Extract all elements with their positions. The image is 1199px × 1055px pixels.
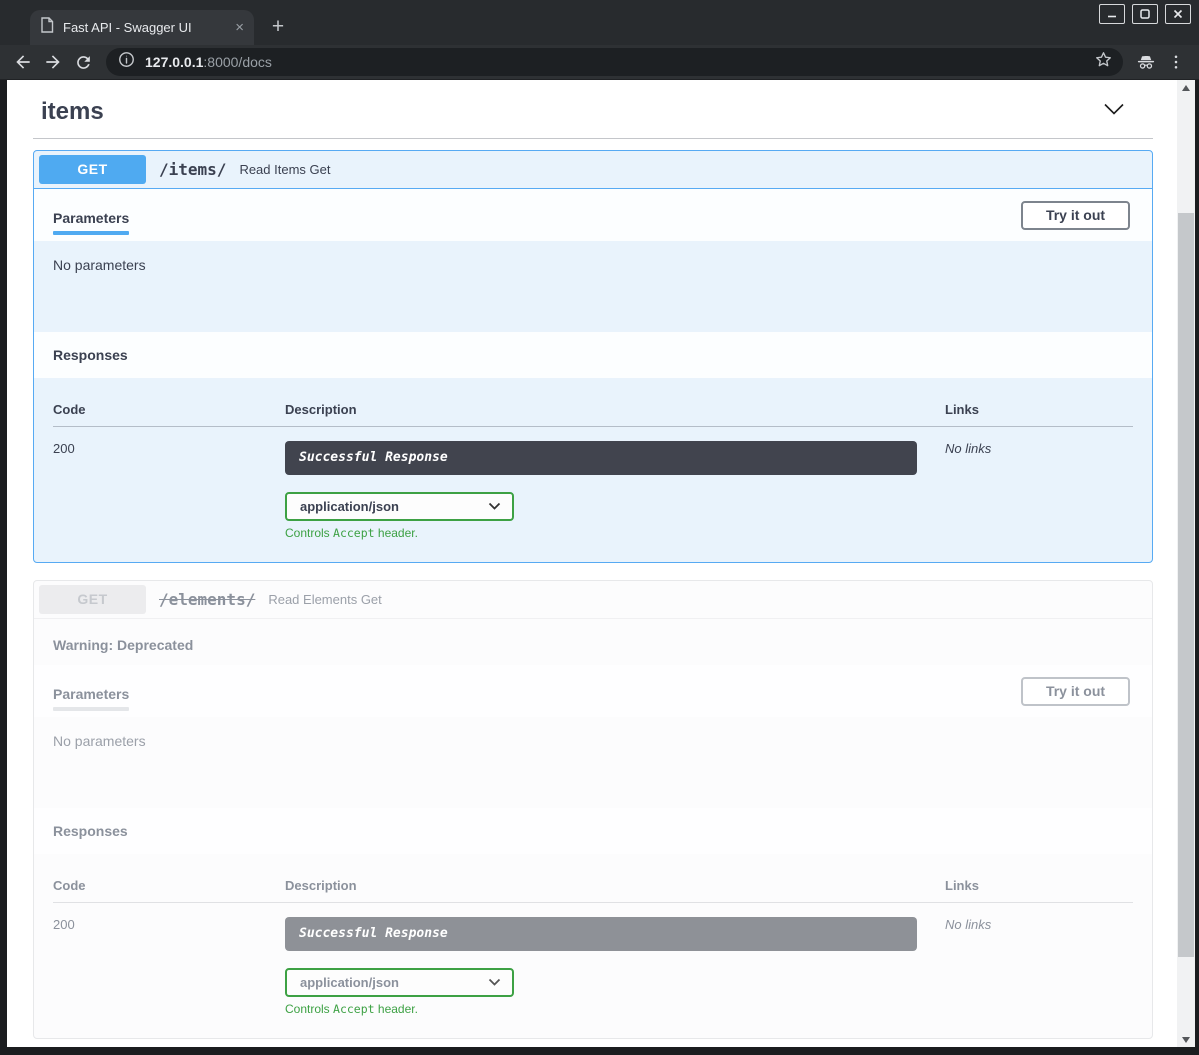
no-links-text: No links [945, 917, 1133, 1016]
back-icon[interactable] [12, 51, 34, 73]
operation-get-elements-deprecated: GET /elements/ Read Elements Get Warning… [33, 580, 1153, 1039]
response-row-200: 200 Successful Response application/json… [53, 903, 1133, 1016]
browser-window: Fast API - Swagger UI × + [0, 0, 1199, 1055]
no-links-text: No links [945, 441, 1133, 540]
favicon-document-icon [40, 17, 54, 38]
select-chevron-down-icon [488, 975, 501, 990]
parameters-tab[interactable]: Parameters [53, 680, 129, 717]
maximize-button[interactable] [1132, 4, 1158, 24]
response-description-cell: Successful Response application/json Con… [285, 917, 945, 1016]
parameters-header: Parameters Try it out [34, 665, 1152, 717]
operation-summary[interactable]: GET /items/ Read Items Get [34, 151, 1152, 189]
column-code: Code [53, 878, 285, 893]
swagger-ui-content: items GET /items/ Read Items Get Paramet… [7, 80, 1177, 1047]
browser-menu-kebab-icon[interactable] [1165, 51, 1187, 73]
responses-header: Responses [34, 332, 1152, 378]
accept-header-note: Controls Accept header. [285, 526, 945, 540]
vertical-scrollbar[interactable] [1177, 80, 1195, 1047]
browser-toolbar: 127.0.0.1:8000/docs [0, 45, 1199, 80]
media-type-value: application/json [300, 499, 399, 514]
url-text[interactable]: 127.0.0.1:8000/docs [145, 54, 1094, 70]
column-links: Links [945, 402, 1133, 417]
response-row-200: 200 Successful Response application/json… [53, 427, 1133, 540]
response-code: 200 [53, 917, 285, 1016]
method-badge: GET [39, 585, 146, 614]
accept-header-note: Controls Accept header. [285, 1002, 945, 1016]
browser-tab[interactable]: Fast API - Swagger UI × [30, 10, 254, 45]
column-code: Code [53, 402, 285, 417]
incognito-icon [1135, 51, 1157, 73]
column-description: Description [285, 402, 945, 417]
parameters-body: No parameters [34, 717, 1152, 808]
parameters-title: Parameters [53, 210, 129, 226]
responses-table-header: Code Description Links [53, 873, 1133, 903]
media-type-select[interactable]: application/json [285, 492, 514, 521]
media-type-value: application/json [300, 975, 399, 990]
try-it-out-button[interactable]: Try it out [1021, 677, 1130, 706]
operation-get-items: GET /items/ Read Items Get Parameters Tr… [33, 150, 1153, 563]
select-chevron-down-icon [488, 499, 501, 514]
reload-icon[interactable] [72, 51, 94, 73]
parameters-header: Parameters Try it out [34, 189, 1152, 241]
chevron-down-icon[interactable] [1103, 102, 1125, 122]
operation-path: /elements/ [159, 590, 255, 609]
bookmark-star-icon[interactable] [1094, 50, 1113, 74]
response-description-box: Successful Response [285, 917, 917, 951]
url-path: :8000/docs [203, 54, 272, 70]
column-links: Links [945, 878, 1133, 893]
media-type-select[interactable]: application/json [285, 968, 514, 997]
no-parameters-text: No parameters [53, 733, 146, 749]
response-description-cell: Successful Response application/json Con… [285, 441, 945, 540]
responses-title: Responses [53, 347, 128, 363]
responses-table-header: Code Description Links [53, 397, 1133, 427]
address-bar[interactable]: 127.0.0.1:8000/docs [106, 48, 1123, 76]
operation-summary-text: Read Items Get [239, 162, 330, 177]
url-host: 127.0.0.1 [145, 54, 203, 70]
scrollbar-thumb[interactable] [1178, 213, 1194, 957]
operation-summary-text: Read Elements Get [268, 592, 381, 607]
tab-title: Fast API - Swagger UI [63, 20, 229, 35]
forward-icon[interactable] [42, 51, 64, 73]
minimize-button[interactable] [1099, 4, 1125, 24]
window-controls [1099, 4, 1191, 24]
operation-summary[interactable]: GET /elements/ Read Elements Get [34, 581, 1152, 619]
site-info-icon[interactable] [118, 51, 135, 73]
tag-title: items [41, 98, 104, 126]
active-tab-underline [53, 231, 129, 235]
operation-path: /items/ [159, 160, 226, 179]
close-button[interactable] [1165, 4, 1191, 24]
scroll-up-arrow-icon[interactable] [1177, 80, 1195, 95]
responses-body: Code Description Links 200 Successful Re… [34, 378, 1152, 562]
active-tab-underline [53, 707, 129, 711]
response-code: 200 [53, 441, 285, 540]
column-description: Description [285, 878, 945, 893]
try-it-out-button[interactable]: Try it out [1021, 201, 1130, 230]
responses-header: Responses [34, 808, 1152, 854]
page-viewport: items GET /items/ Read Items Get Paramet… [7, 80, 1195, 1047]
responses-body: Code Description Links 200 Successful Re… [34, 854, 1152, 1038]
new-tab-button[interactable]: + [264, 13, 292, 41]
method-badge: GET [39, 155, 146, 184]
scroll-down-arrow-icon[interactable] [1177, 1032, 1195, 1047]
browser-titlebar: Fast API - Swagger UI × + [0, 0, 1199, 45]
no-parameters-text: No parameters [53, 257, 146, 273]
response-description-box: Successful Response [285, 441, 917, 475]
parameters-body: No parameters [34, 241, 1152, 332]
responses-title: Responses [53, 823, 128, 839]
tag-section-header-items[interactable]: items [33, 88, 1153, 139]
parameters-title: Parameters [53, 686, 129, 702]
tab-close-icon[interactable]: × [235, 20, 244, 35]
parameters-tab[interactable]: Parameters [53, 204, 129, 241]
deprecated-warning-text: Warning: Deprecated [34, 619, 1152, 665]
